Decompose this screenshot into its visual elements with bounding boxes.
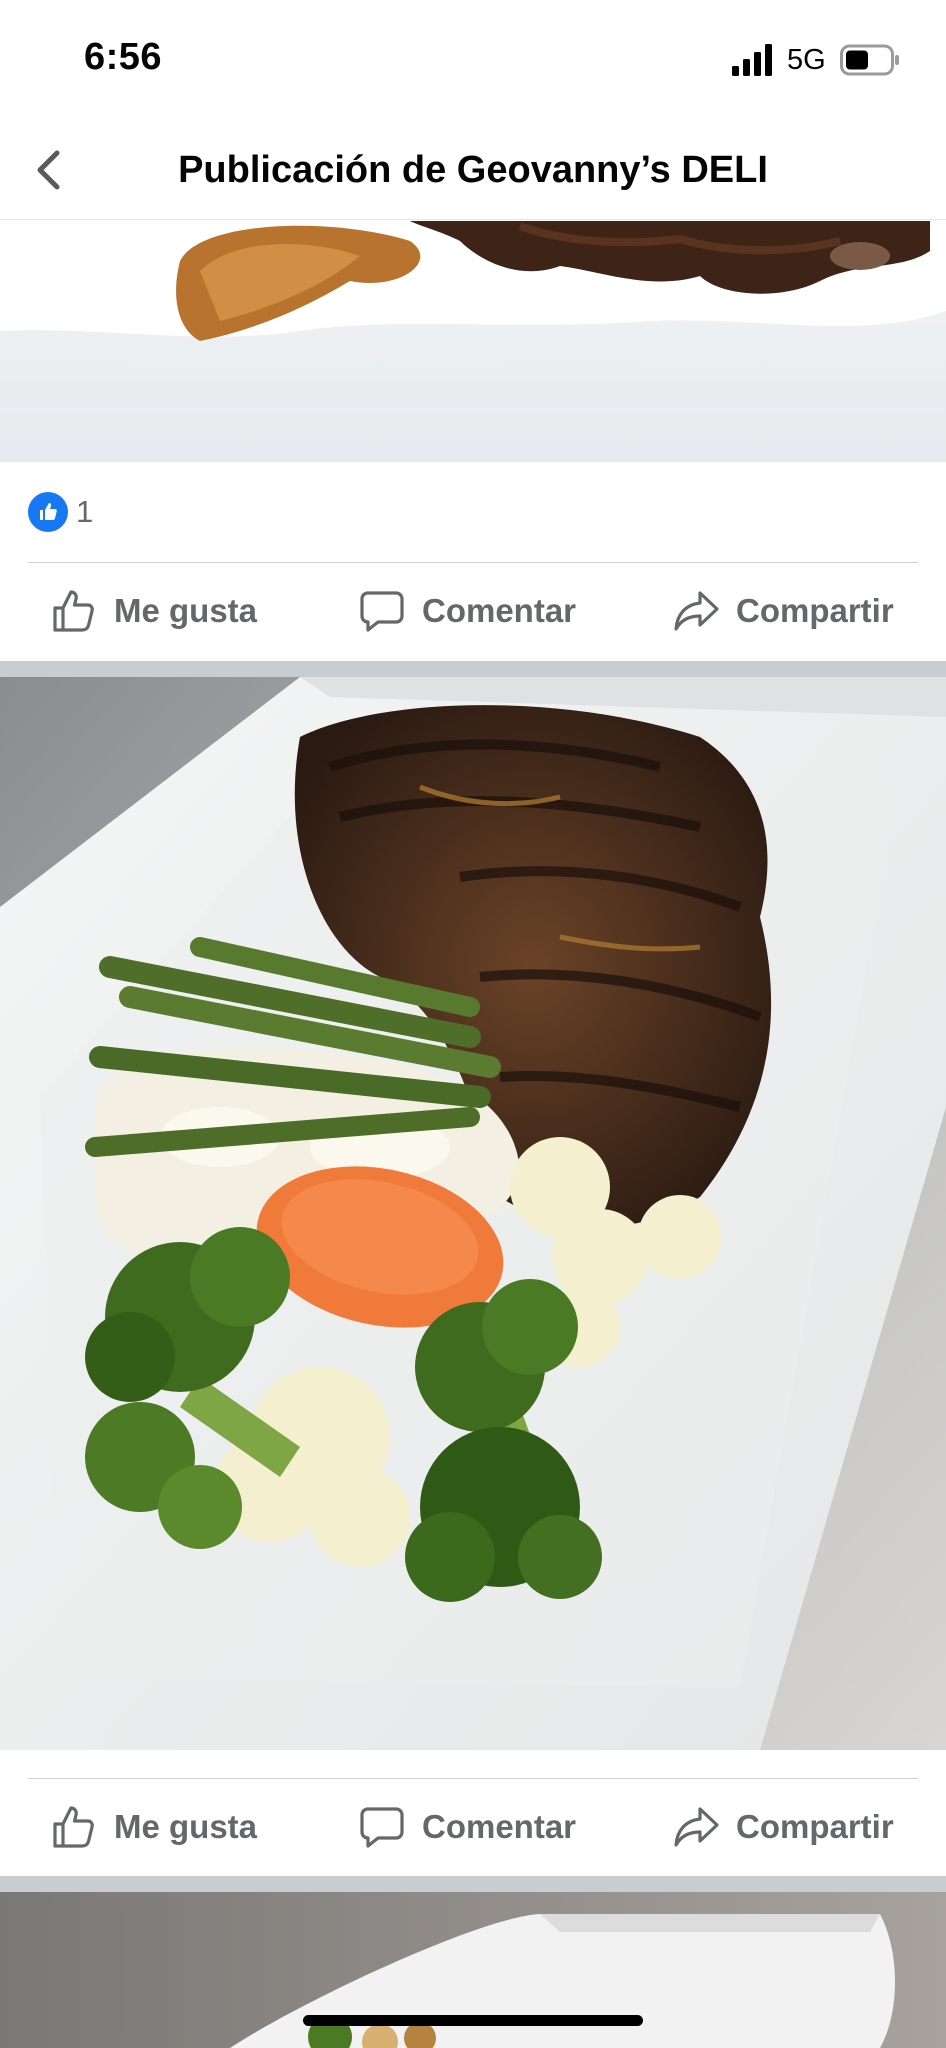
- signal-icon: [732, 44, 772, 76]
- page-title: Publicación de Geovanny’s DELI: [178, 149, 768, 191]
- share-button[interactable]: Compartir: [672, 1779, 894, 1875]
- like-label: Me gusta: [114, 1808, 258, 1845]
- nav-bar: Publicación de Geovanny’s DELI: [0, 120, 946, 220]
- comment-icon: [360, 591, 404, 632]
- reactions-summary[interactable]: 1: [0, 462, 946, 562]
- like-reaction-icon: [28, 492, 68, 532]
- comment-button[interactable]: Comentar: [358, 563, 576, 659]
- share-icon: [674, 1807, 719, 1847]
- comment-button[interactable]: Comentar: [358, 1779, 576, 1875]
- post-photo-2[interactable]: [0, 677, 946, 1750]
- status-time: 6:56: [84, 36, 163, 78]
- battery-icon: [840, 44, 899, 76]
- status-bar: 6:56 5G: [0, 0, 946, 120]
- comment-label: Comentar: [422, 592, 577, 629]
- share-icon: [674, 591, 719, 631]
- comment-label: Comentar: [422, 1808, 577, 1845]
- post-1-actions: Me gusta Comentar Compartir: [0, 563, 946, 659]
- post-2-actions: Me gusta Comentar Compartir: [0, 1779, 946, 1875]
- share-button[interactable]: Compartir: [672, 563, 894, 659]
- back-button[interactable]: [22, 144, 74, 196]
- home-indicator[interactable]: [303, 2015, 643, 2026]
- share-label: Compartir: [736, 1808, 894, 1845]
- comment-icon: [360, 1807, 404, 1848]
- like-button[interactable]: Me gusta: [50, 563, 257, 659]
- like-label: Me gusta: [114, 592, 258, 629]
- post-separator: [0, 661, 946, 677]
- like-button[interactable]: Me gusta: [50, 1779, 257, 1875]
- network-label: 5G: [787, 44, 826, 76]
- chevron-left-icon: [37, 150, 60, 190]
- share-label: Compartir: [736, 592, 894, 629]
- post-photo-1[interactable]: [0, 221, 946, 462]
- thumbs-up-icon: [53, 590, 94, 632]
- thumbs-up-icon: [53, 1806, 94, 1848]
- reaction-count: 1: [76, 494, 94, 529]
- post-separator: [0, 1876, 946, 1892]
